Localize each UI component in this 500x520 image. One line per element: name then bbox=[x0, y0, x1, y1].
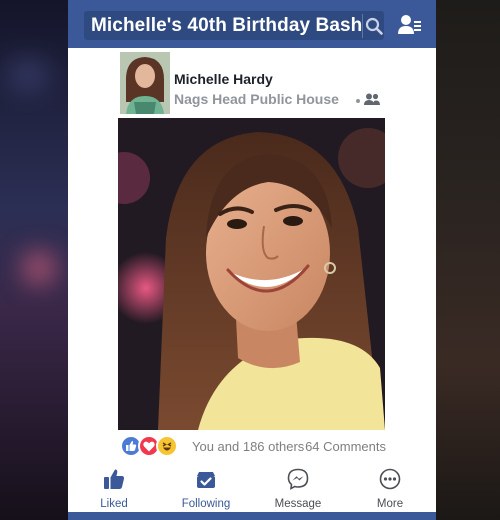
avatar[interactable] bbox=[120, 52, 170, 114]
top-bar: Michelle's 40th Birthday Bash bbox=[68, 0, 436, 48]
privacy-indicator[interactable] bbox=[356, 92, 380, 110]
more-icon bbox=[379, 468, 401, 495]
page-title: Michelle's 40th Birthday Bash bbox=[91, 14, 363, 36]
comments-count-link[interactable]: 64 Comments bbox=[305, 439, 386, 454]
more-button[interactable]: More bbox=[344, 466, 436, 512]
background-light bbox=[26, 255, 52, 281]
like-button[interactable]: Liked bbox=[68, 466, 160, 512]
message-button-label: Message bbox=[274, 498, 322, 510]
thumbs-up-icon bbox=[103, 468, 125, 495]
search-icon[interactable] bbox=[363, 11, 384, 40]
bottom-bar bbox=[68, 512, 436, 520]
separator-dot bbox=[356, 99, 360, 103]
friend-requests-icon[interactable] bbox=[398, 14, 422, 41]
post-frame: Michelle's 40th Birthday Bash Michelle H… bbox=[68, 0, 436, 520]
following-icon bbox=[195, 468, 217, 495]
author-name[interactable]: Michelle Hardy bbox=[174, 71, 273, 87]
like-button-label: Liked bbox=[100, 498, 128, 510]
more-button-label: More bbox=[376, 498, 404, 510]
message-button[interactable]: Message bbox=[252, 466, 344, 512]
post-photo[interactable] bbox=[118, 118, 385, 430]
background-light bbox=[8, 60, 48, 90]
messenger-icon bbox=[287, 468, 309, 495]
following-button[interactable]: Following bbox=[160, 466, 252, 512]
following-button-label: Following bbox=[181, 498, 231, 510]
reactions-count-text[interactable]: You and 186 others bbox=[192, 439, 304, 454]
title-box[interactable]: Michelle's 40th Birthday Bash bbox=[84, 11, 384, 40]
location-name[interactable]: Nags Head Public House bbox=[174, 91, 339, 107]
background-right bbox=[434, 0, 500, 520]
action-bar: Liked Following Message More bbox=[68, 466, 436, 512]
friends-icon bbox=[364, 92, 380, 110]
reactions-summary[interactable] bbox=[120, 435, 178, 457]
haha-reaction-icon bbox=[156, 435, 178, 457]
